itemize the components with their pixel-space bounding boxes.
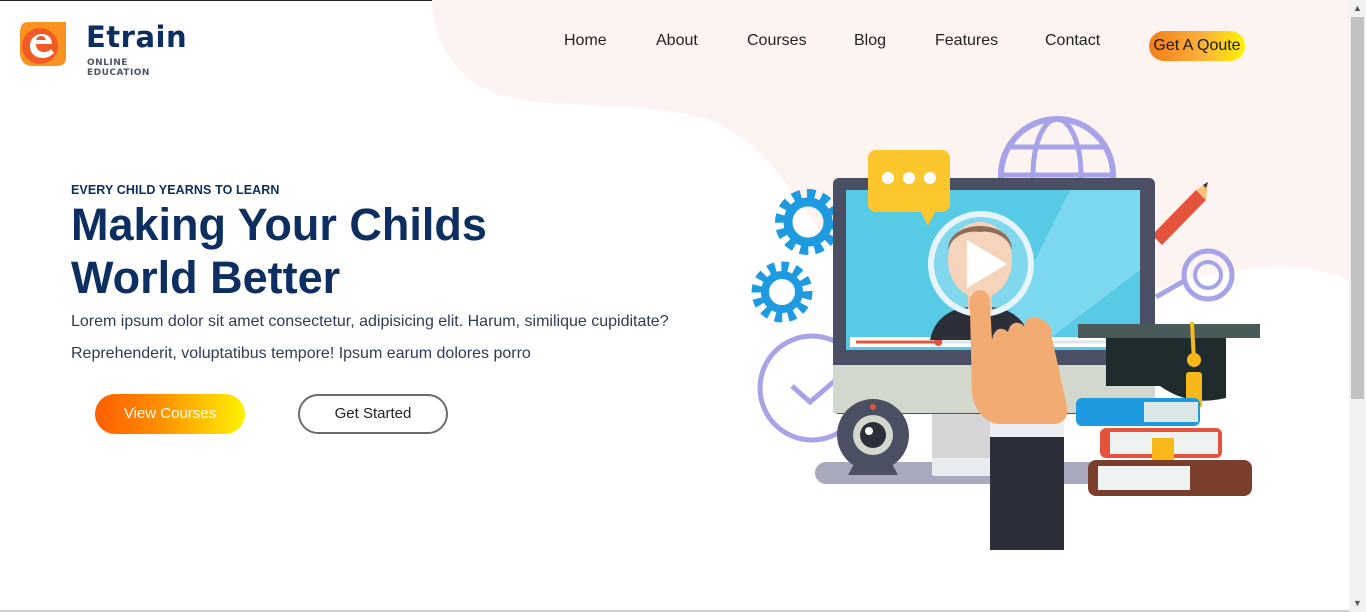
hero-illustration [751,116,1260,550]
brand-name: Etrain [86,20,188,54]
get-quote-button[interactable]: Get A Qoute [1149,31,1245,61]
nav-item-courses[interactable]: Courses [747,32,807,50]
scroll-up-arrow-icon[interactable]: ▲ [1349,0,1366,17]
pencil-icon [1152,182,1208,245]
scroll-down-arrow-icon[interactable]: ▼ [1349,595,1366,612]
logo-mark-icon [20,22,66,66]
hero-paragraph-line1: Lorem ipsum dolor sit amet consectetur, … [71,313,669,330]
nav-item-features[interactable]: Features [935,32,998,50]
books-icon [1076,398,1252,496]
vertical-scrollbar[interactable]: ▲ ▼ [1349,0,1366,612]
nav-item-about[interactable]: About [656,32,698,50]
nav-item-blog[interactable]: Blog [854,32,886,50]
nav-item-home[interactable]: Home [564,32,607,50]
hero-paragraph-line2: Reprehenderit, voluptatibus tempore! Ips… [71,345,531,362]
hero-eyebrow: EVERY CHILD YEARNS TO LEARN [71,183,280,197]
get-started-button[interactable]: Get Started [298,394,448,434]
nav-item-contact[interactable]: Contact [1045,32,1100,50]
scrollbar-thumb[interactable] [1351,17,1364,399]
hero-headline: Making Your Childs World Better [71,199,487,303]
key-icon [1154,248,1235,302]
brand-tagline: ONLINE EDUCATION [87,58,150,78]
gear-icon [775,189,841,255]
view-courses-button[interactable]: View Courses [95,394,245,434]
gear-icon [751,261,813,323]
brand-logo[interactable]: Etrain ONLINE EDUCATION [18,18,193,78]
